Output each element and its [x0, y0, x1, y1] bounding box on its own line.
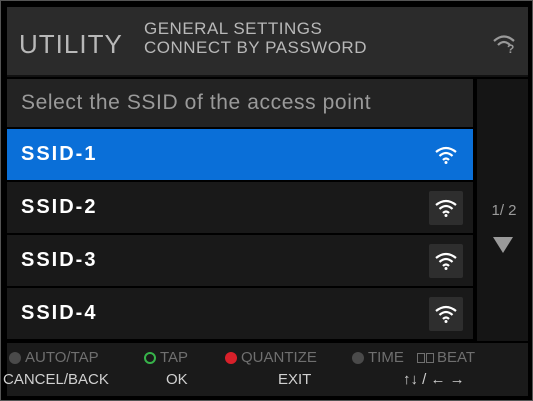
- green-ring-icon: [144, 351, 156, 364]
- key-legend: AUTO/TAP TAP QUANTIZE TIME BEAT: [7, 349, 528, 369]
- legend-time-label: TIME: [368, 349, 404, 366]
- instruction-bar: Select the SSID of the access point: [7, 79, 473, 127]
- utility-screen: UTILITY GENERAL SETTINGS CONNECT BY PASS…: [0, 0, 533, 401]
- legend-tap: TAP: [144, 349, 188, 366]
- key-cancel-back: CANCEL/BACK: [3, 371, 109, 388]
- ssid-list-item[interactable]: SSID-3: [7, 235, 473, 286]
- red-dot-icon: [225, 351, 237, 364]
- key-navigation: ↑↓ / ← →: [403, 371, 465, 388]
- legend-auto-tap: AUTO/TAP: [9, 349, 99, 366]
- beat-boxes-icon: [417, 352, 434, 363]
- function-key-guide: AUTO/TAP TAP QUANTIZE TIME BEAT CANCEL/B…: [3, 343, 528, 396]
- ssid-list-item[interactable]: SSID-2: [7, 182, 473, 233]
- scroll-down-icon[interactable]: [493, 237, 513, 253]
- ssid-name: SSID-2: [21, 196, 98, 218]
- wifi-signal-icon: [429, 191, 463, 225]
- ssid-list-item[interactable]: SSID-1: [7, 129, 473, 180]
- wifi-unknown-icon: ?: [493, 35, 515, 54]
- legend-time: TIME: [352, 349, 404, 366]
- breadcrumb: GENERAL SETTINGS CONNECT BY PASSWORD: [144, 19, 367, 57]
- page-title: UTILITY: [19, 29, 123, 59]
- breadcrumb-line-1: GENERAL SETTINGS: [144, 19, 323, 38]
- ssid-list: SSID-1 SSID-2 SSID-3 SSID-4: [7, 129, 473, 341]
- wifi-signal-icon: [429, 138, 463, 172]
- legend-auto-tap-label: AUTO/TAP: [25, 349, 99, 366]
- legend-beat-label: BEAT: [437, 349, 476, 366]
- wifi-signal-icon: [429, 244, 463, 278]
- ssid-list-item[interactable]: SSID-4: [7, 288, 473, 339]
- legend-quantize-label: QUANTIZE: [241, 349, 317, 366]
- ssid-name: SSID-4: [21, 302, 98, 324]
- header-bar: UTILITY GENERAL SETTINGS CONNECT BY PASS…: [7, 7, 528, 77]
- grey-dot-icon: [9, 351, 21, 364]
- key-ok: OK: [166, 371, 188, 388]
- key-exit: EXIT: [278, 371, 312, 388]
- legend-beat: BEAT: [417, 349, 475, 366]
- legend-tap-label: TAP: [160, 349, 189, 366]
- legend-quantize: QUANTIZE: [225, 349, 317, 366]
- breadcrumb-line-2: CONNECT BY PASSWORD: [144, 38, 367, 57]
- ssid-name: SSID-1: [21, 143, 98, 165]
- instruction-text: Select the SSID of the access point: [21, 91, 372, 114]
- ssid-name: SSID-3: [21, 249, 98, 271]
- wifi-signal-icon: [429, 297, 463, 331]
- svg-text:?: ?: [507, 42, 514, 54]
- page-indicator: 1/ 2: [491, 202, 517, 219]
- key-functions: CANCEL/BACK OK EXIT ↑↓ / ← →: [3, 371, 528, 391]
- grey-gear-icon: [352, 351, 364, 364]
